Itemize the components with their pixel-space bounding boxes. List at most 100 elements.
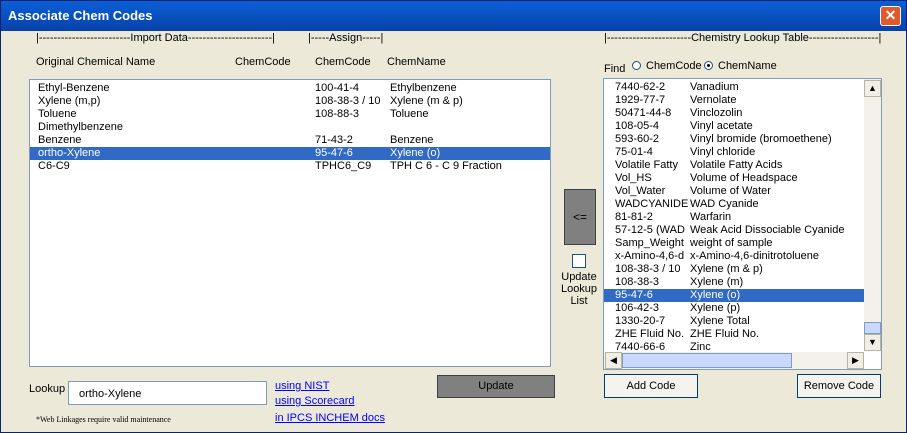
lookup-input[interactable]: ortho-Xylene (68, 381, 267, 405)
import-row[interactable]: ortho-Xylene 95-47-6 Xylene (o) (30, 147, 550, 160)
lookup-name-cell: Volatile Fatty Acids (690, 159, 783, 171)
lookup-code-cell: 75-01-4 (615, 146, 653, 158)
scroll-right-icon[interactable]: ▶ (847, 352, 864, 369)
import-row[interactable]: Benzene 71-43-2 Benzene (30, 134, 550, 147)
assign-code-cell: 100-41-4 (315, 82, 360, 94)
chemistry-lookup-list[interactable]: 7440-66-6 Zinc ZHE Fluid No. ZHE Fluid No. 1… (603, 78, 882, 370)
lookup-name-cell: Vanadium (690, 81, 739, 93)
lookup-code-cell: 7440-62-2 (615, 81, 666, 93)
lookup-code-cell: 593-60-2 (615, 133, 660, 145)
import-row[interactable]: Dimethylbenzene (30, 121, 550, 134)
lookup-code-cell: 108-38-3 (615, 276, 660, 288)
lookup-code-cell: 108-05-4 (615, 120, 660, 132)
lookup-name-cell: ZHE Fluid No. (690, 328, 760, 340)
find-label: Find (604, 63, 626, 75)
update-lookup-line1: Update (561, 271, 597, 283)
lookup-name-cell: Vernolate (690, 94, 737, 106)
scroll-left-icon[interactable]: ◀ (605, 352, 622, 369)
lookup-name-cell: Warfarin (690, 211, 732, 223)
window-title: Associate Chem Codes (8, 8, 153, 23)
lookup-code-cell: x-Amino-4,6-d (615, 250, 685, 262)
lookup-name-cell: Volume of Water (690, 185, 771, 197)
assign-code-cell: 71-43-2 (315, 134, 353, 146)
lookup-row[interactable]: 1929-77-7 Vernolate (604, 94, 864, 107)
lookup-label: Lookup (29, 383, 66, 395)
assign-name-cell: Toluene (390, 108, 429, 120)
assign-header: |-----Assign-----| (308, 32, 384, 44)
radio-chemcode[interactable] (632, 61, 641, 70)
lookup-row[interactable]: 106-42-3 Xylene (p) (604, 302, 864, 315)
lookup-row[interactable]: Volatile Fatty Volatile Fatty Acids (604, 159, 864, 172)
assign-name-cell: Benzene (390, 134, 434, 146)
lookup-row[interactable]: 108-38-3 / 10 Xylene (m & p) (604, 263, 864, 276)
assign-name-cell: Ethylbenzene (390, 82, 457, 94)
lookup-row[interactable]: 75-01-4 Vinyl chloride (604, 146, 864, 159)
lookup-name-cell: Xylene (m & p) (690, 263, 763, 275)
lookup-row[interactable]: ZHE Fluid No. ZHE Fluid No. (604, 328, 864, 341)
dialog-window: Associate Chem Codes ✕ |----------------… (0, 0, 907, 433)
scroll-up-icon[interactable]: ▲ (864, 80, 881, 97)
radio-chemname-label[interactable]: ChemName (718, 60, 777, 72)
update-lookup-line3: List (570, 295, 588, 307)
lookup-code-cell: 50471-44-8 (615, 107, 672, 119)
assign-code-cell: 95-47-6 (315, 147, 353, 159)
lookup-name-cell: Xylene (p) (690, 302, 741, 314)
link-ipcs-inchem[interactable]: in IPCS INCHEM docs (275, 412, 385, 424)
add-code-button[interactable]: Add Code (604, 374, 698, 398)
lookup-horizontal-scrollbar[interactable]: ◀ ▶ (604, 352, 864, 369)
lookup-name-cell: Weak Acid Dissociable Cyanide (690, 224, 845, 236)
lookup-row[interactable]: 108-38-3 Xylene (m) (604, 276, 864, 289)
assign-code-button[interactable]: <= (564, 189, 596, 245)
lookup-code-cell: Samp_Weight (615, 237, 684, 249)
lookup-row[interactable]: x-Amino-4,6-d x-Amino-4,6-dinitrotoluene (604, 250, 864, 263)
lookup-row[interactable]: 81-81-2 Warfarin (604, 211, 864, 224)
lookup-row[interactable]: 108-05-4 Vinyl acetate (604, 120, 864, 133)
lookup-row[interactable]: 1330-20-7 Xylene Total (604, 315, 864, 328)
assign-code-cell: TPHC6_C9 (315, 160, 372, 172)
lookup-row[interactable]: 50471-44-8 Vinclozolin (604, 107, 864, 120)
lookup-row[interactable]: 593-60-2 Vinyl bromide (bromoethene) (604, 133, 864, 146)
assign-code-cell: 108-38-3 / 10 (315, 95, 381, 107)
title-bar[interactable]: Associate Chem Codes ✕ (1, 1, 906, 31)
update-button[interactable]: Update (437, 375, 555, 398)
lookup-name-cell: weight of sample (690, 237, 773, 249)
radio-chemname[interactable] (704, 61, 713, 70)
lookup-code-cell: 57-12-5 (WAD (615, 224, 685, 236)
original-name-cell: Xylene (m,p) (38, 95, 101, 107)
lookup-name-cell: Volume of Headspace (690, 172, 798, 184)
lookup-name-cell: Vinyl chloride (690, 146, 756, 158)
lookup-row[interactable]: Vol_Water Volume of Water (604, 185, 864, 198)
lookup-code-cell: Volatile Fatty (615, 159, 678, 171)
close-button[interactable]: ✕ (880, 6, 901, 26)
import-data-list[interactable]: Ethyl-Benzene 100-41-4 Ethylbenzene Xylene … (29, 79, 551, 367)
link-nist[interactable]: using NIST (275, 380, 329, 392)
update-lookup-line2: Lookup (560, 283, 598, 295)
import-row[interactable]: Toluene 108-88-3 Toluene (30, 108, 550, 121)
lookup-vertical-scrollbar[interactable]: ▲ ▼ (864, 79, 881, 351)
lookup-row[interactable]: 95-47-6 Xylene (o) (604, 289, 864, 302)
column-original-name: Original Chemical Name (36, 56, 156, 68)
web-linkage-note: *Web Linkages require valid maintenance (36, 415, 171, 424)
lookup-row[interactable]: Samp_Weight weight of sample (604, 237, 864, 250)
lookup-code-cell: 106-42-3 (615, 302, 660, 314)
lookup-row[interactable]: Vol_HS Volume of Headspace (604, 172, 864, 185)
scroll-thumb[interactable] (864, 322, 881, 334)
column-chemname: ChemName (387, 56, 446, 68)
import-row[interactable]: Xylene (m,p) 108-38-3 / 10 Xylene (m & p) (30, 95, 550, 108)
import-row[interactable]: Ethyl-Benzene 100-41-4 Ethylbenzene (30, 82, 550, 95)
link-scorecard[interactable]: using Scorecard (275, 395, 355, 407)
import-row[interactable]: C6-C9 TPHC6_C9 TPH C 6 - C 9 Fraction (30, 160, 550, 173)
scroll-down-icon[interactable]: ▼ (864, 334, 881, 351)
original-name-cell: Benzene (38, 134, 82, 146)
h-scroll-thumb[interactable] (622, 353, 792, 368)
assign-name-cell: TPH C 6 - C 9 Fraction (390, 160, 502, 172)
update-lookup-checkbox[interactable] (572, 254, 586, 268)
lookup-row[interactable]: WADCYANIDE WAD Cyanide (604, 198, 864, 211)
update-lookup-label: Update Lookup List (559, 271, 599, 307)
lookup-name-cell: Xylene (m) (690, 276, 744, 288)
lookup-name-cell: x-Amino-4,6-dinitrotoluene (690, 250, 820, 262)
lookup-row[interactable]: 7440-62-2 Vanadium (604, 81, 864, 94)
remove-code-button[interactable]: Remove Code (797, 374, 881, 398)
radio-chemcode-label[interactable]: ChemCode (646, 60, 702, 72)
lookup-row[interactable]: 57-12-5 (WAD Weak Acid Dissociable Cyanid… (604, 224, 864, 237)
